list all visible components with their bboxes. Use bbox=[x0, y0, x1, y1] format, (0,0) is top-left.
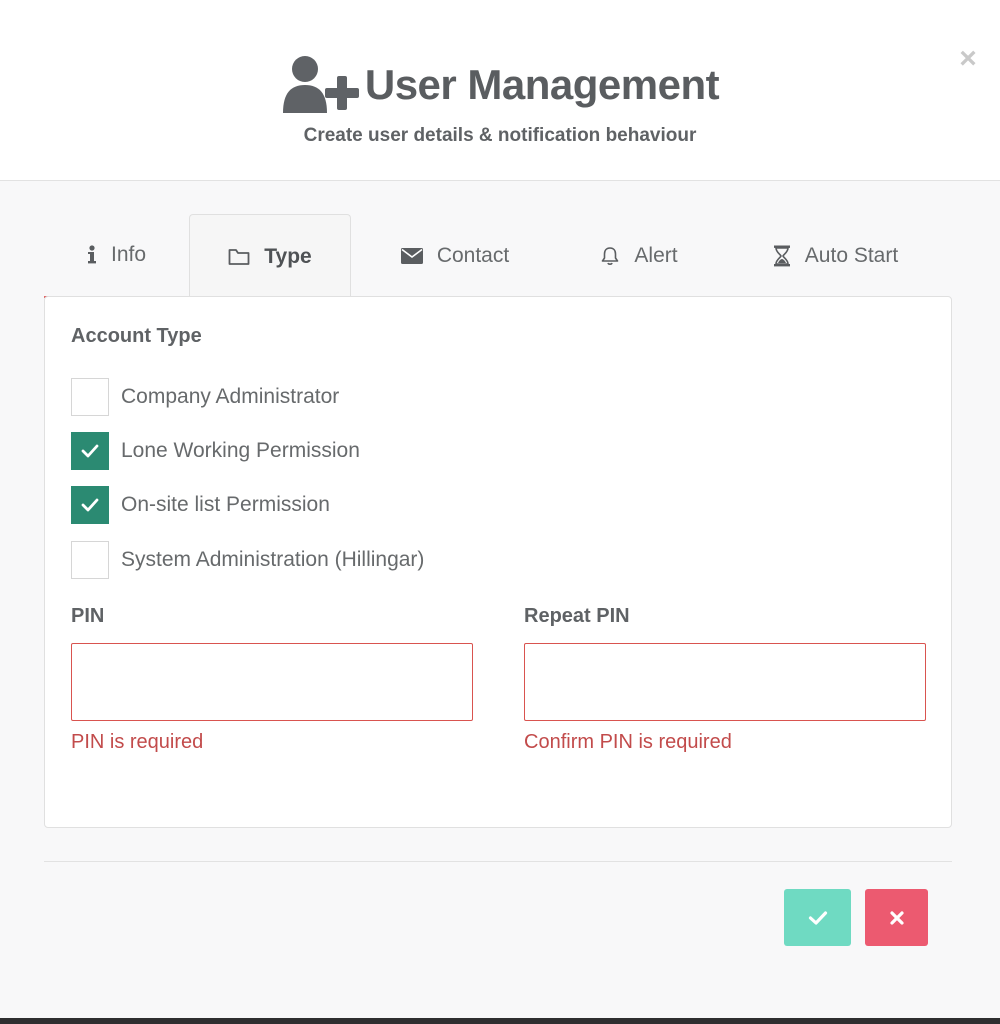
account-type-heading: Account Type bbox=[71, 325, 202, 347]
checkbox-label: System Administration (Hillingar) bbox=[121, 548, 425, 571]
title-row: User Management bbox=[0, 55, 1000, 115]
folder-icon bbox=[228, 248, 250, 266]
check-icon bbox=[81, 498, 99, 512]
close-icon bbox=[889, 910, 904, 925]
page-title: User Management bbox=[364, 61, 720, 108]
page-subtitle: Create user details & notification behav… bbox=[303, 125, 697, 146]
confirm-button[interactable] bbox=[784, 889, 851, 946]
tab-info-label: Info bbox=[110, 243, 147, 266]
check-icon bbox=[808, 910, 827, 925]
checkbox-label: On-site list Permission bbox=[121, 493, 330, 516]
checkbox-lone-working-permission[interactable]: Lone Working Permission bbox=[71, 432, 360, 470]
pin-error: PIN is required bbox=[71, 731, 204, 753]
type-panel: Account Type Company Administrator Lone … bbox=[44, 296, 952, 828]
envelope-icon bbox=[400, 248, 423, 264]
tab-type[interactable]: Type bbox=[189, 214, 351, 298]
tab-contact-label: Contact bbox=[436, 244, 510, 267]
info-icon bbox=[87, 245, 97, 265]
footer-divider bbox=[44, 861, 952, 862]
pin-input[interactable] bbox=[71, 643, 473, 721]
checkbox-label: Company Administrator bbox=[121, 385, 340, 408]
user-plus-icon bbox=[282, 56, 359, 113]
repeat-pin-label: Repeat PIN bbox=[524, 605, 630, 627]
checkbox-on-site-list-permission[interactable]: On-site list Permission bbox=[71, 486, 330, 524]
checkbox-company-administrator[interactable]: Company Administrator bbox=[71, 378, 339, 416]
checkbox-label: Lone Working Permission bbox=[121, 439, 360, 462]
hourglass-icon bbox=[773, 245, 791, 267]
checkbox-box[interactable] bbox=[71, 378, 109, 416]
bottom-edge bbox=[0, 1018, 1000, 1024]
tab-alert[interactable]: Alert bbox=[559, 214, 719, 298]
modal-header: × User Management Create user details & … bbox=[0, 0, 1000, 181]
tab-auto-start[interactable]: Auto Start bbox=[719, 214, 952, 298]
bell-icon bbox=[600, 246, 620, 266]
tab-bar: Info Type Contact Alert Auto Start bbox=[44, 214, 952, 298]
checkbox-system-administration[interactable]: System Administration (Hillingar) bbox=[71, 541, 424, 579]
pin-label: PIN bbox=[71, 605, 105, 627]
check-icon bbox=[81, 444, 99, 458]
tab-contact[interactable]: Contact bbox=[351, 214, 559, 298]
cancel-button[interactable] bbox=[865, 889, 928, 946]
tab-alert-label: Alert bbox=[634, 244, 678, 267]
repeat-pin-input[interactable] bbox=[524, 643, 926, 721]
tab-auto-start-label: Auto Start bbox=[804, 244, 899, 267]
tab-info[interactable]: Info bbox=[44, 214, 189, 298]
tab-type-label: Type bbox=[264, 244, 312, 268]
checkbox-box[interactable] bbox=[71, 432, 109, 470]
checkbox-box[interactable] bbox=[71, 486, 109, 524]
repeat-pin-error: Confirm PIN is required bbox=[524, 731, 732, 753]
checkbox-box[interactable] bbox=[71, 541, 109, 579]
